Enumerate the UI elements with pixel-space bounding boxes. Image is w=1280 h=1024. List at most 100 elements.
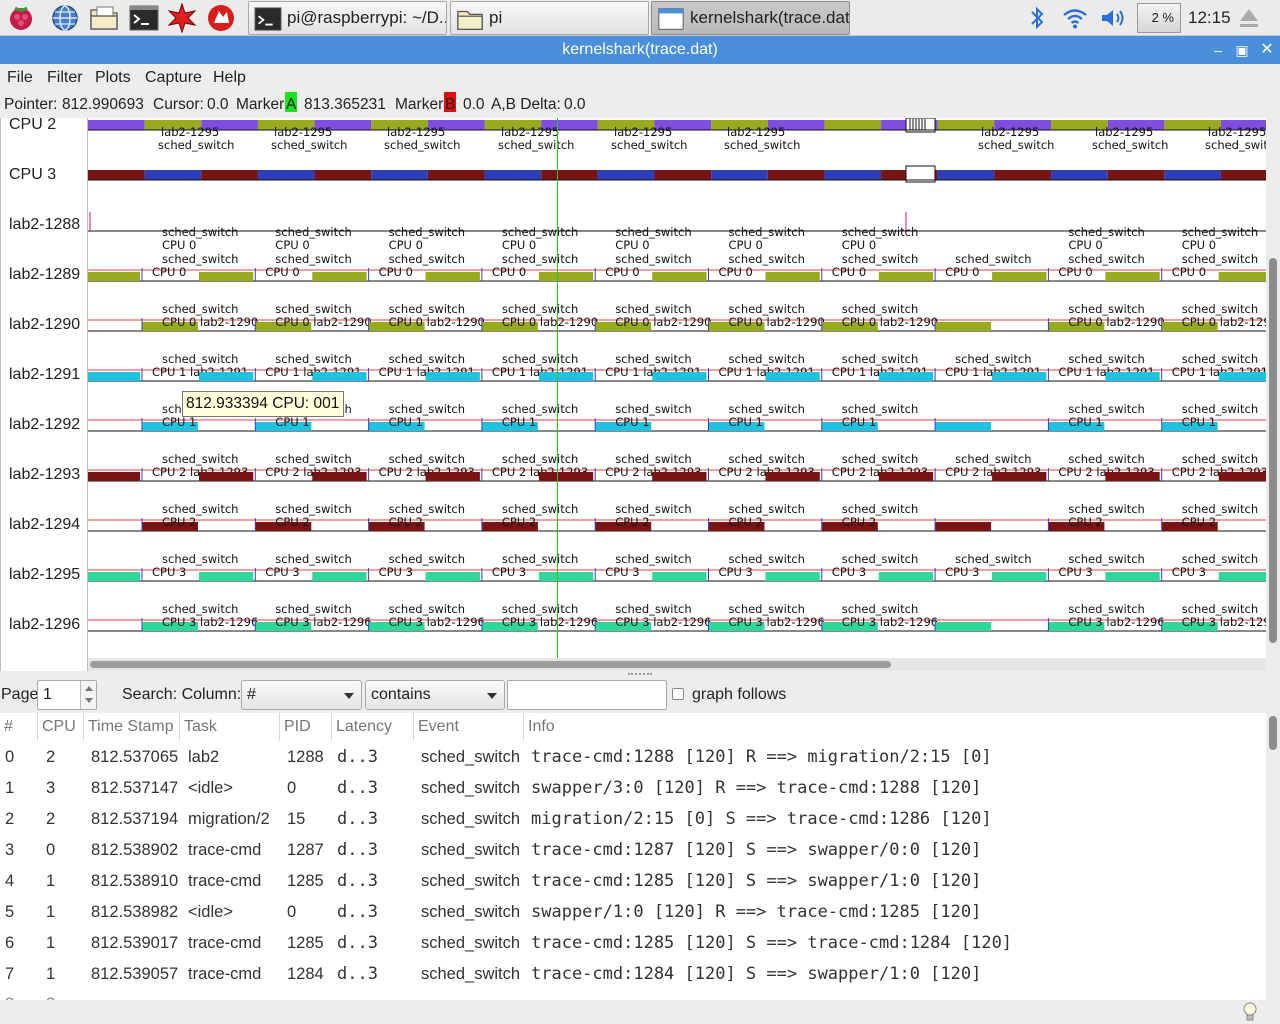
cpu-usage-monitor[interactable]: 2 % [1137,3,1181,33]
taskbar-button-kernelshark[interactable]: kernelshark(trace.dat) [651,1,850,35]
close-button[interactable]: ✕ [1256,36,1278,64]
column-header-event[interactable]: Event [414,713,524,741]
cell-timestamp: 812.538982 [91,903,179,921]
menu-file[interactable]: File [7,69,33,87]
minimize-button[interactable]: – [1207,36,1229,64]
graph-row-label[interactable]: lab2-1290 [9,316,80,334]
column-header-task[interactable]: Task [180,713,280,741]
menu-filter[interactable]: Filter [47,69,83,87]
task-event-info: CPU 1 [1068,415,1102,429]
taskbar-button-terminal[interactable]: pi@raspberrypi: ~/D... [248,1,447,35]
trace-graph[interactable]: lab2-1295 sched_switch lab2-1295 sched_swit… [88,118,1266,658]
column-select[interactable]: # [241,680,362,710]
graph-vertical-scrollbar[interactable] [1266,118,1280,671]
table-row[interactable]: 5 1 812.538982 <idle> 0 d..3 sched_switch swapp… [0,897,1266,928]
graph-row-label[interactable]: lab2-1288 [9,216,80,234]
cell-cpu: 2 [46,810,56,828]
menu-help[interactable]: Help [213,69,246,87]
page-spinbox[interactable]: 1 [37,680,97,710]
volume-icon[interactable] [1099,6,1129,30]
table-row[interactable]: 0 2 812.537065 lab2 1288 d..3 sched_switch trac… [0,742,1266,773]
menubar: File Filter Plots Capture Help [0,64,1280,92]
splitter-grip[interactable] [628,673,652,675]
table-row[interactable]: 4 1 812.538910 trace-cmd 1285 d..3 sched_switc… [0,866,1266,897]
wifi-icon[interactable] [1062,6,1088,30]
column-header-pid[interactable]: PID [280,713,332,741]
task-event-label: sched_switch [729,552,805,566]
task-event-info: CPU 0 [615,238,649,252]
raspberry-menu-icon[interactable] [6,3,36,33]
cpu2-task-label: lab2-1295 [614,125,672,139]
cpu3-task-bar [767,170,825,180]
eject-icon[interactable] [1238,6,1260,30]
search-input[interactable] [507,680,667,710]
pointer-value: 812.990693 [62,96,144,113]
file-manager-icon[interactable] [89,3,119,33]
graph-row-label[interactable]: lab2-1292 [9,416,80,434]
task-event-label: sched_switch [1182,225,1258,239]
menu-plots[interactable]: Plots [95,69,131,87]
table-row[interactable]: 3 0 812.538902 trace-cmd 1287 d..3 sched_switc… [0,835,1266,866]
graph-row-label[interactable]: lab2-1295 [9,566,80,584]
graph-row-label[interactable]: lab2-1294 [9,516,80,534]
task-event-label: sched_switch [842,302,918,316]
table-header: # CPU Time Stamp Task PID Latency Event … [0,713,1266,741]
cell-latency: d..3 [337,933,378,953]
page-stepper[interactable] [80,681,96,709]
table-row-partial[interactable]: 83 [0,989,1266,1000]
scrollbar-thumb[interactable] [1269,258,1277,643]
task-event-info: CPU 3 [1058,565,1092,579]
column-header-timestamp[interactable]: Time Stamp [84,713,180,741]
task-run-bar [879,372,934,381]
graph-row-label[interactable]: lab2-1296 [9,616,80,634]
task-event-info: CPU 0 [389,238,423,252]
cell-cpu: 0 [46,841,56,859]
graph-horizontal-scrollbar[interactable] [88,658,1266,671]
cell-cpu: 1 [46,872,56,890]
cell-timestamp: 812.538902 [91,841,179,859]
delta-value: 0.0 [564,96,586,113]
web-browser-icon[interactable] [50,3,80,33]
taskbar-button-folder[interactable]: pi [450,1,649,35]
match-mode-select[interactable]: contains [365,680,505,710]
wolfram-icon[interactable] [206,3,236,33]
table-row[interactable]: 2 2 812.537194 migration/2 15 d..3 sched_switc… [0,804,1266,835]
task-run-bar [199,572,254,581]
terminal-icon[interactable] [129,3,159,33]
graph-row-label[interactable]: lab2-1289 [9,266,80,284]
scrollbar-thumb[interactable] [1269,716,1277,750]
column-header-latency[interactable]: Latency [332,713,414,741]
task-event-label: sched_switch [275,225,351,239]
table-row[interactable]: 6 1 812.539017 trace-cmd 1285 d..3 sched_switc… [0,928,1266,959]
scrollbar-thumb[interactable] [90,661,891,668]
trace-graph-canvas[interactable]: lab2-1295 sched_switch lab2-1295 sched_swit… [88,118,1266,658]
clock[interactable]: 12:15 [1188,8,1231,28]
cpu2-task-label: lab2-1295 [1208,125,1266,139]
mathematica-icon[interactable] [167,3,197,33]
pane-splitter[interactable] [0,671,1280,679]
maximize-button[interactable]: ▣ [1231,36,1253,64]
graph-row-label[interactable]: CPU 2 [9,118,56,134]
window-titlebar[interactable]: kernelshark(trace.dat) – ▣ ✕ [0,36,1280,64]
graph-follows-checkbox[interactable] [672,688,684,700]
table-vertical-scrollbar[interactable] [1266,713,1280,1000]
table-row[interactable]: 1 3 812.537147 <idle> 0 d..3 sched_switch swapp… [0,773,1266,804]
graph-row-label[interactable]: lab2-1293 [9,466,80,484]
graph-row-label[interactable]: CPU 3 [9,166,56,184]
cursor-label: Cursor: [153,96,204,113]
column-header-number[interactable]: # [0,713,38,741]
cell-task: migration/2 [188,810,270,828]
task-event-label: sched_switch [389,252,465,266]
task-event-info: CPU 3 [605,565,639,579]
column-header-cpu[interactable]: CPU [38,713,84,741]
task-run-bar [765,272,820,281]
cpu3-task-bar [994,170,1052,180]
cell-event: sched_switch [421,934,521,952]
bluetooth-icon[interactable] [1028,6,1046,30]
table-row[interactable]: 7 1 812.539057 trace-cmd 1284 d..3 sched_switc… [0,959,1266,990]
graph-row-label[interactable]: lab2-1291 [9,366,80,384]
task-event-label: sched_switch [842,502,918,516]
column-header-info[interactable]: Info [524,713,1266,741]
task-event-info: CPU 1 [615,415,649,429]
menu-capture[interactable]: Capture [145,69,202,87]
